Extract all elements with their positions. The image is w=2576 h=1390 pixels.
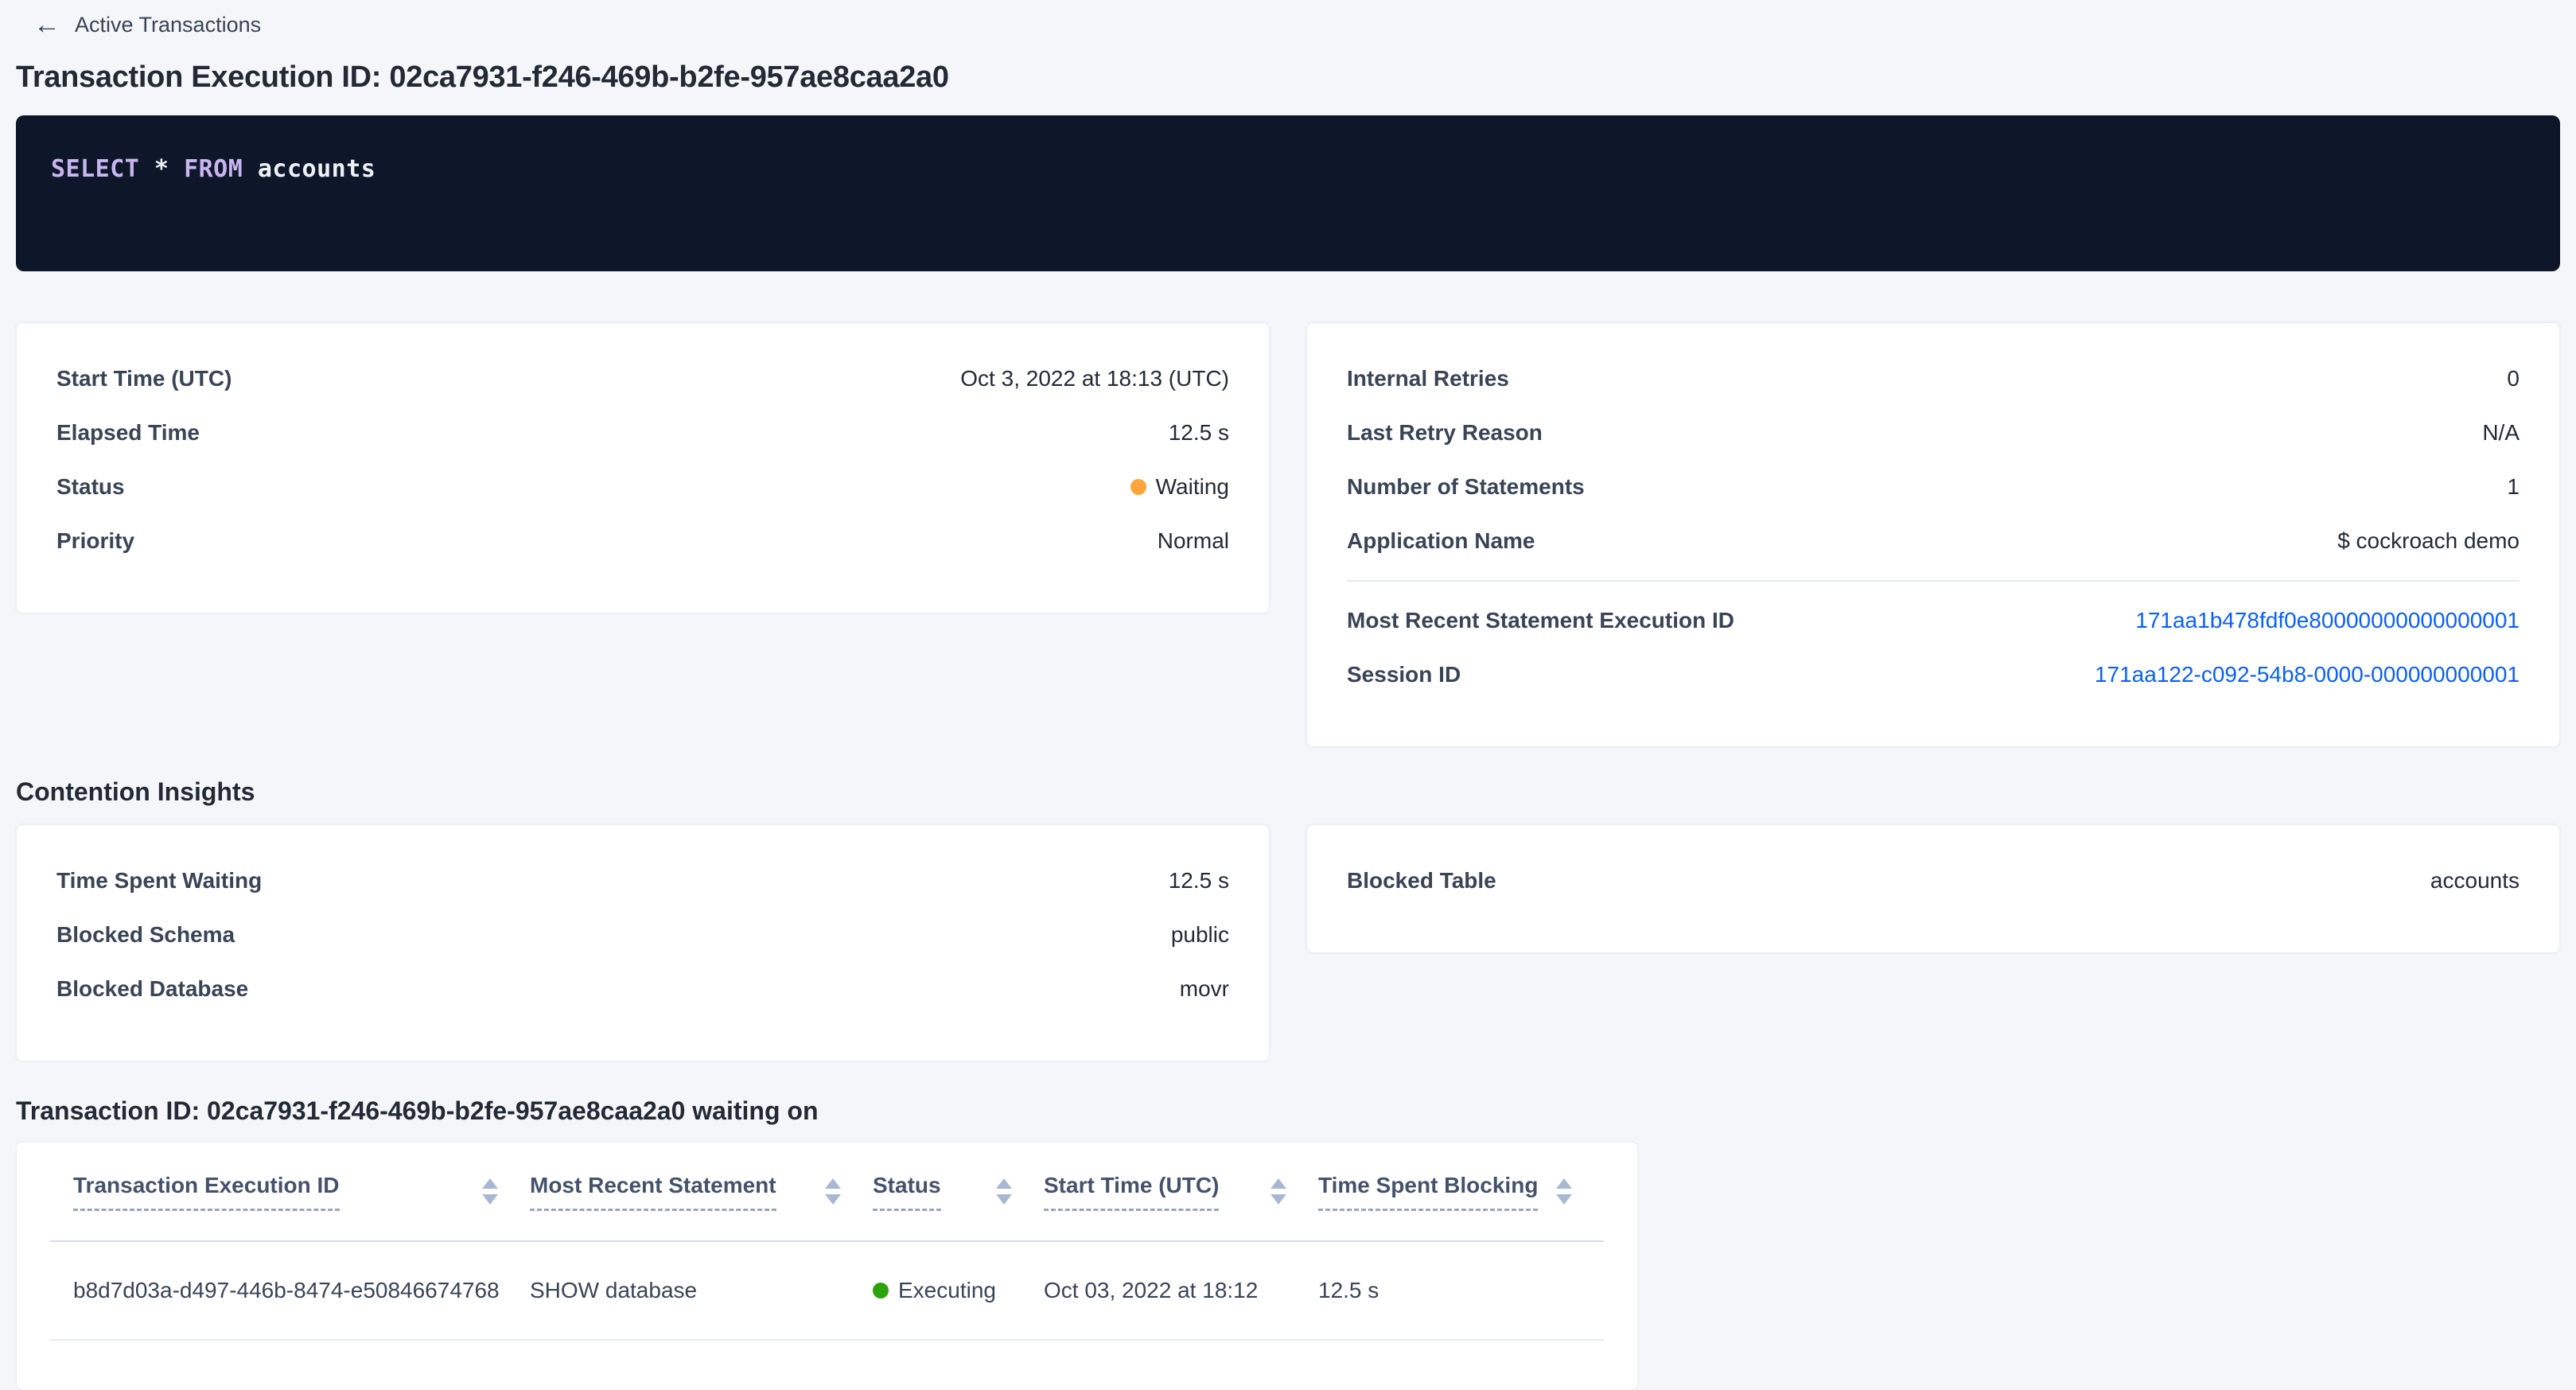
column-header-label: Time Spent Blocking: [1318, 1173, 1538, 1211]
arrow-left-icon: ←: [33, 11, 60, 38]
contention-blocked-table-card: Blocked Table accounts: [1306, 824, 2560, 953]
statement-execution-id-label: Most Recent Statement Execution ID: [1347, 608, 1734, 633]
blocked-table-value: accounts: [2430, 868, 2520, 894]
cell-most-recent-statement: SHOW database: [530, 1241, 873, 1340]
cell-time-spent-blocking: 12.5 s: [1318, 1241, 1604, 1340]
statement-execution-id-link[interactable]: 171aa1b478fdf0e80000000000000001: [2135, 608, 2520, 633]
contention-waiting-card: Time Spent Waiting 12.5 s Blocked Schema…: [16, 824, 1270, 1061]
sort-icon: [1556, 1178, 1572, 1205]
column-header-label: Most Recent Statement: [530, 1173, 776, 1211]
sort-icon: [825, 1178, 841, 1205]
session-id-link[interactable]: 171aa122-c092-54b8-0000-000000000001: [2095, 662, 2520, 687]
application-name-label: Application Name: [1347, 528, 1535, 554]
column-header-label: Start Time (UTC): [1044, 1173, 1219, 1211]
status-executing-dot-icon: [873, 1283, 889, 1299]
blocked-schema-value: public: [1171, 922, 1229, 948]
time-spent-waiting-value: 12.5 s: [1169, 868, 1229, 894]
summary-cards-row: Start Time (UTC) Oct 3, 2022 at 18:13 (U…: [16, 322, 2560, 747]
back-link-label: Active Transactions: [75, 13, 261, 37]
page-content: ← Active Transactions Transaction Execut…: [0, 0, 2576, 1390]
status-row: Status Waiting: [56, 460, 1229, 514]
cell-transaction-execution-id: b8d7d03a-d497-446b-8474-e50846674768: [50, 1241, 530, 1340]
card-divider: [1347, 580, 2520, 582]
column-header-transaction-execution-id[interactable]: Transaction Execution ID: [50, 1143, 530, 1241]
cell-status: Executing: [873, 1241, 1044, 1340]
back-link-active-transactions[interactable]: ← Active Transactions: [33, 11, 261, 38]
column-header-start-time[interactable]: Start Time (UTC): [1044, 1143, 1318, 1241]
blocked-schema-row: Blocked Schema public: [56, 908, 1229, 962]
priority-row: Priority Normal: [56, 514, 1229, 568]
start-time-row: Start Time (UTC) Oct 3, 2022 at 18:13 (U…: [56, 352, 1229, 406]
sql-keyword-select: SELECT: [51, 155, 139, 183]
contention-cards-row: Time Spent Waiting 12.5 s Blocked Schema…: [16, 824, 2560, 1061]
table-row: b8d7d03a-d497-446b-8474-e50846674768 SHO…: [50, 1241, 1604, 1340]
last-retry-reason-value: N/A: [2482, 420, 2520, 446]
statement-execution-id-row: Most Recent Statement Execution ID 171aa…: [1347, 594, 2520, 648]
start-time-value: Oct 3, 2022 at 18:13 (UTC): [960, 366, 1229, 391]
column-header-most-recent-statement[interactable]: Most Recent Statement: [530, 1143, 873, 1241]
elapsed-time-value: 12.5 s: [1169, 420, 1229, 446]
time-spent-waiting-row: Time Spent Waiting 12.5 s: [56, 854, 1229, 908]
waiting-on-table: Transaction Execution ID Most Recent Sta…: [50, 1143, 1604, 1341]
waiting-on-heading: Transaction ID: 02ca7931-f246-469b-b2fe-…: [16, 1096, 2560, 1126]
sort-icon: [1270, 1178, 1286, 1205]
blocked-database-label: Blocked Database: [56, 976, 248, 1002]
table-header-row: Transaction Execution ID Most Recent Sta…: [50, 1143, 1604, 1241]
column-header-status[interactable]: Status: [873, 1143, 1044, 1241]
last-retry-reason-label: Last Retry Reason: [1347, 420, 1543, 446]
application-name-value: $ cockroach demo: [2337, 528, 2520, 554]
contention-insights-heading: Contention Insights: [16, 777, 2560, 807]
internal-retries-value: 0: [2507, 366, 2520, 391]
time-spent-waiting-label: Time Spent Waiting: [56, 868, 262, 894]
blocked-schema-label: Blocked Schema: [56, 922, 235, 948]
sql-star: *: [139, 155, 184, 183]
number-of-statements-value: 1: [2507, 474, 2520, 500]
priority-label: Priority: [56, 528, 134, 554]
session-id-row: Session ID 171aa122-c092-54b8-0000-00000…: [1347, 648, 2520, 702]
cell-start-time: Oct 03, 2022 at 18:12: [1044, 1241, 1318, 1340]
page-title: Transaction Execution ID: 02ca7931-f246-…: [16, 60, 2560, 95]
blocked-database-value: movr: [1180, 976, 1229, 1002]
blocked-database-row: Blocked Database movr: [56, 962, 1229, 1016]
status-waiting-dot-icon: [1130, 479, 1146, 495]
statement-summary-card: Internal Retries 0 Last Retry Reason N/A…: [1306, 322, 2560, 747]
application-name-row: Application Name $ cockroach demo: [1347, 514, 2520, 568]
status-waiting-text: Waiting: [1156, 474, 1229, 499]
blocked-table-label: Blocked Table: [1347, 868, 1496, 894]
priority-value: Normal: [1158, 528, 1229, 554]
internal-retries-row: Internal Retries 0: [1347, 352, 2520, 406]
session-id-label: Session ID: [1347, 662, 1461, 687]
last-retry-reason-row: Last Retry Reason N/A: [1347, 406, 2520, 460]
column-header-label: Transaction Execution ID: [73, 1173, 340, 1211]
status-label: Status: [56, 474, 125, 500]
column-header-label: Status: [873, 1173, 941, 1211]
elapsed-time-row: Elapsed Time 12.5 s: [56, 406, 1229, 460]
number-of-statements-label: Number of Statements: [1347, 474, 1585, 500]
sort-icon: [996, 1178, 1012, 1205]
sql-keyword-from: FROM: [184, 155, 243, 183]
blocked-table-row: Blocked Table accounts: [1347, 854, 2520, 908]
sql-table-name: accounts: [243, 155, 376, 183]
waiting-on-table-card: Transaction Execution ID Most Recent Sta…: [16, 1142, 1638, 1390]
internal-retries-label: Internal Retries: [1347, 366, 1509, 391]
start-time-label: Start Time (UTC): [56, 366, 232, 391]
column-header-time-spent-blocking[interactable]: Time Spent Blocking: [1318, 1143, 1604, 1241]
status-value: Waiting: [1130, 474, 1229, 500]
status-executing-text: Executing: [898, 1278, 996, 1302]
number-of-statements-row: Number of Statements 1: [1347, 460, 2520, 514]
transaction-summary-card: Start Time (UTC) Oct 3, 2022 at 18:13 (U…: [16, 322, 1270, 613]
sort-icon: [482, 1178, 498, 1205]
sql-statement-box: SELECT * FROM accounts: [16, 115, 2560, 271]
elapsed-time-label: Elapsed Time: [56, 420, 200, 446]
